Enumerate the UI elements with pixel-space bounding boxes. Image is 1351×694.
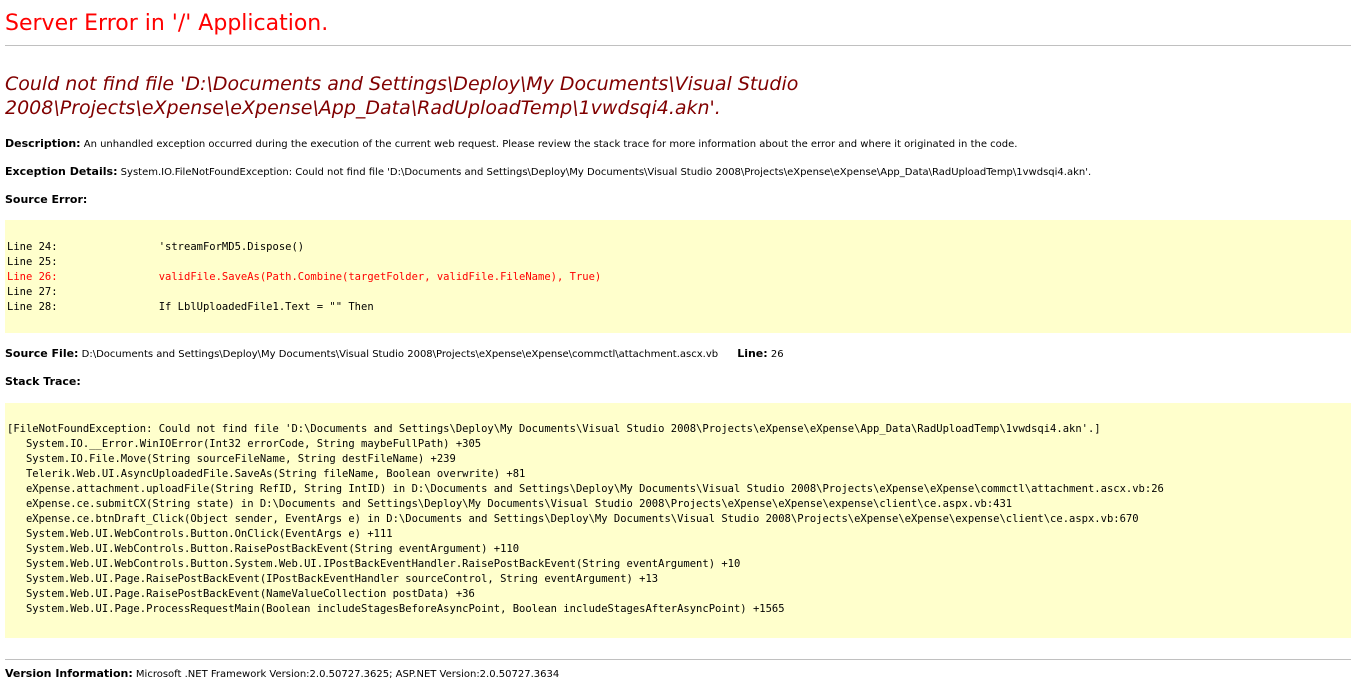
description-label: Description: — [5, 137, 81, 150]
stack-trace-line: eXpense.ce.btnDraft_Click(Object sender,… — [7, 513, 1139, 525]
version-info-label: Version Information: — [5, 667, 133, 680]
stack-trace-line: System.Web.UI.WebControls.Button.OnClick… — [7, 528, 393, 540]
source-line: Line 25: — [7, 256, 58, 268]
source-error-box: Line 24: 'streamForMD5.Dispose() Line 25… — [5, 220, 1351, 333]
stack-trace-line: [FileNotFoundException: Could not find f… — [7, 423, 1101, 435]
stack-trace-line: System.Web.UI.WebControls.Button.System.… — [7, 558, 741, 570]
source-file-row: Source File: D:\Documents and Settings\D… — [5, 347, 784, 362]
exception-details-row: Exception Details: System.IO.FileNotFoun… — [5, 165, 1091, 180]
stack-trace-line: eXpense.ce.submitCX(String state) in D:\… — [7, 498, 1013, 510]
source-line-number: 26 — [770, 349, 784, 360]
source-error-label: Source Error: — [5, 193, 88, 206]
footer-divider — [5, 659, 1351, 660]
stack-trace-line: System.Web.UI.Page.RaisePostBackEvent(Na… — [7, 588, 475, 600]
description-row: Description: An unhandled exception occu… — [5, 137, 1017, 152]
source-file-label: Source File: — [5, 347, 79, 360]
source-line-error: Line 26: validFile.SaveAs(Path.Combine(t… — [7, 271, 602, 283]
source-code-block: Line 24: 'streamForMD5.Dispose() Line 25… — [7, 240, 601, 315]
description-text: An unhandled exception occurred during t… — [83, 139, 1018, 150]
title-divider — [5, 45, 1351, 46]
page-title: Server Error in '/' Application. — [5, 11, 329, 36]
stack-trace-line: Telerik.Web.UI.AsyncUploadedFile.SaveAs(… — [7, 468, 526, 480]
version-info-row: Version Information: Microsoft .NET Fram… — [5, 667, 559, 682]
stack-trace-line: System.IO.__Error.WinIOError(Int32 error… — [7, 438, 482, 450]
source-file-path: D:\Documents and Settings\Deploy\My Docu… — [81, 349, 719, 360]
stack-trace-heading: Stack Trace: — [5, 375, 81, 390]
stack-trace-line: eXpense.attachment.uploadFile(String Ref… — [7, 483, 1164, 495]
source-line: Line 24: 'streamForMD5.Dispose() — [7, 241, 305, 253]
stack-trace-line: System.Web.UI.WebControls.Button.RaisePo… — [7, 543, 520, 555]
source-line-label: Line: — [737, 347, 768, 360]
source-line: Line 27: — [7, 286, 58, 298]
source-line: Line 28: If LblUploadedFile1.Text = "" T… — [7, 301, 374, 313]
stack-trace-block: [FileNotFoundException: Could not find f… — [7, 422, 1164, 617]
stack-trace-label: Stack Trace: — [5, 375, 81, 388]
exception-details-label: Exception Details: — [5, 165, 118, 178]
version-info-text: Microsoft .NET Framework Version:2.0.507… — [135, 669, 560, 680]
error-message: Could not find file 'D:\Documents and Se… — [5, 73, 799, 119]
stack-trace-line: System.IO.File.Move(String sourceFileNam… — [7, 453, 456, 465]
exception-details-text: System.IO.FileNotFoundException: Could n… — [120, 167, 1092, 178]
stack-trace-box: [FileNotFoundException: Could not find f… — [5, 403, 1351, 638]
stack-trace-line: System.Web.UI.Page.ProcessRequestMain(Bo… — [7, 603, 785, 615]
source-error-heading: Source Error: — [5, 193, 87, 208]
stack-trace-line: System.Web.UI.Page.RaisePostBackEvent(IP… — [7, 573, 659, 585]
